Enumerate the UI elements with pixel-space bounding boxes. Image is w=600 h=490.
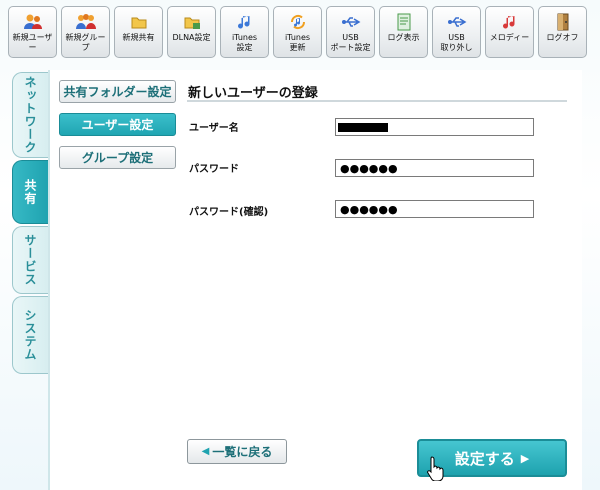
dlna-icon	[168, 11, 215, 33]
tab-system-label: システム	[23, 309, 37, 361]
usb-icon	[327, 11, 374, 33]
melody-icon	[486, 11, 533, 33]
usb-remove-label: USB 取り外し	[440, 33, 473, 52]
new-group-label: 新規グループ	[65, 33, 106, 52]
shared-folder-settings-button[interactable]: 共有フォルダー設定	[59, 80, 176, 103]
submit-settings-label: 設定する	[454, 449, 515, 468]
log-document-icon	[380, 11, 427, 33]
back-to-list-label: 一覧に戻る	[212, 445, 273, 459]
users-icon	[9, 11, 56, 33]
group-settings-button[interactable]: グループ設定	[59, 146, 176, 169]
logoff-door-icon	[539, 11, 586, 33]
tab-service[interactable]: サービス	[12, 226, 48, 294]
folder-icon	[115, 11, 162, 33]
group-settings-label: グループ設定	[81, 151, 154, 165]
dlna-settings-label: DLNA設定	[172, 33, 211, 42]
new-group-button[interactable]: 新規グループ	[61, 6, 110, 58]
new-share-label: 新規共有	[122, 33, 155, 42]
tab-service-label: サービス	[23, 234, 37, 286]
password-confirm-label: パスワード(確認)	[189, 207, 269, 218]
group-icon	[62, 11, 109, 33]
shared-folder-settings-label: 共有フォルダー設定	[63, 85, 172, 99]
new-user-label: 新規ユーザー	[12, 33, 53, 52]
melody-label: メロディー	[489, 33, 530, 42]
new-user-button[interactable]: 新規ユーザー	[8, 6, 57, 58]
itunes-note-icon	[221, 11, 268, 33]
tab-share-label: 共有	[23, 179, 37, 205]
user-settings-button[interactable]: ユーザー設定	[59, 113, 176, 136]
usb-remove-icon	[433, 11, 480, 33]
username-label: ユーザー名	[189, 123, 239, 134]
logoff-label: ログオフ	[546, 33, 579, 42]
log-view-label: ログ表示	[387, 33, 420, 42]
user-settings-label: ユーザー設定	[81, 118, 154, 132]
tab-network-label: ネットワーク	[23, 76, 37, 154]
usb-port-settings-button[interactable]: USB ポート設定	[326, 6, 375, 58]
tab-share[interactable]: 共有	[12, 160, 48, 224]
melody-button[interactable]: メロディー	[485, 6, 534, 58]
itunes-settings-label: iTunes 設定	[231, 33, 258, 52]
log-view-button[interactable]: ログ表示	[379, 6, 428, 58]
logoff-button[interactable]: ログオフ	[538, 6, 587, 58]
itunes-update-button[interactable]: iTunes 更新	[273, 6, 322, 58]
password-input[interactable]	[335, 159, 534, 177]
new-share-button[interactable]: 新規共有	[114, 6, 163, 58]
itunes-settings-button[interactable]: iTunes 設定	[220, 6, 269, 58]
username-redaction	[338, 123, 388, 132]
usb-port-settings-label: USB ポート設定	[330, 33, 371, 52]
back-to-list-button[interactable]: ◀ 一覧に戻る	[187, 439, 287, 464]
tab-system[interactable]: システム	[12, 296, 48, 374]
usb-remove-button[interactable]: USB 取り外し	[432, 6, 481, 58]
itunes-refresh-icon	[274, 11, 321, 33]
dlna-settings-button[interactable]: DLNA設定	[167, 6, 216, 58]
hand-cursor-icon	[426, 455, 446, 482]
triangle-left-icon: ◀	[201, 446, 210, 457]
password-label: パスワード	[189, 164, 239, 175]
itunes-update-label: iTunes 更新	[284, 33, 311, 52]
password-confirm-input[interactable]	[335, 200, 534, 218]
triangle-right-icon: ▶	[520, 451, 530, 465]
toolbar: 新規ユーザー 新規グループ 新規共有 DLNA設定 iTunes 設定 iTun…	[8, 6, 594, 60]
page-title: 新しいユーザーの登録	[187, 82, 567, 102]
tab-network[interactable]: ネットワーク	[12, 72, 48, 158]
